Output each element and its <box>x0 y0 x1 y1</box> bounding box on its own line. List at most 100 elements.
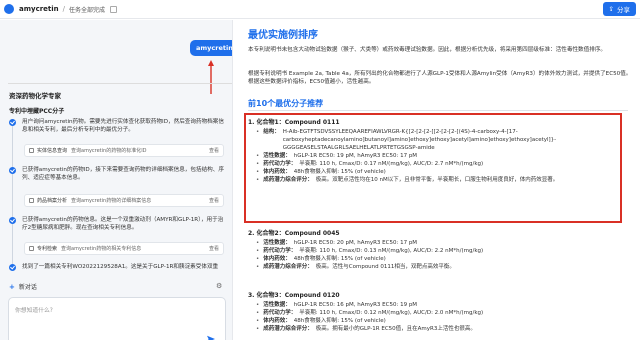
row-value: 极高。活性与Compound 0111相当，双靶点高效平衡。 <box>315 264 455 270</box>
row-value: 极高。双靶点活性均在10 nM以下，且非常平衡，半衰期长，口服生物利用度良好，体… <box>315 177 559 183</box>
tool-call-drug-profile[interactable]: 药品档案分析 查询amycretin药物的详细档案信息 查看 <box>24 194 224 207</box>
row-value: 48h食物摄入抑制: 15% (of vehicle) <box>293 318 386 324</box>
row-value: hGLP-1R EC50: 19 pM, hAmyR3 EC50: 17 pM <box>293 153 418 159</box>
row-value: 48h食物摄入抑制: 15% (of vehicle) <box>293 169 386 175</box>
doc-title: 最优实施例排序 <box>248 30 318 41</box>
row-value: 半衰期: 110 h, Cmax/D: 0.12 nM/(mg/kg), AUC… <box>299 310 484 316</box>
step-item: 已获得amycretin的药物ID，接下来需要查询药物的详细档案信息，包括结构、… <box>9 166 225 182</box>
share-button[interactable]: ⇪ 分享 <box>602 2 636 16</box>
new-chat-button[interactable]: + 新对话 <box>9 282 37 292</box>
bullet-icon: • <box>256 129 260 135</box>
breadcrumb-status: 任务全部完成 <box>69 6 106 14</box>
row-value: hGLP-1R EC50: 16 pM, hAmyR3 EC50: 19 pM <box>293 302 418 308</box>
chat-panel: amycretin 资深药物化学专家 专利中埋藏PCC分子 用户询问amycre… <box>0 20 233 340</box>
row-value: 极高。拥有最小的GLP-1R EC50值，且在AmyR3上活性也很高。 <box>315 326 476 332</box>
compound-card: 2. 化合物2：Compound 0045 • 活性数据： hGLP-1R EC… <box>248 228 633 271</box>
share-label: 分享 <box>617 6 630 14</box>
row-key: 活性数据： <box>263 302 291 308</box>
compound-row: • 成药潜力综合评分： 极高。拥有最小的GLP-1R EC50值，且在AmyR3… <box>256 325 633 333</box>
share-icon: ⇪ <box>608 5 614 13</box>
tool-call-patent-search[interactable]: 专利检索 查询amycretin药物的相关专利信息 查看 <box>24 242 224 255</box>
send-icon[interactable] <box>207 335 215 340</box>
row-value: 半衰期: 110 h, Cmax/D: 0.17 nM/(mg/kg), AUC… <box>299 161 484 167</box>
compound-row: • 成药潜力综合评分： 极高。双靶点活性均在10 nM以下，且非常平衡，半衰期长… <box>256 176 633 184</box>
breadcrumb-title[interactable]: amycretin <box>19 5 59 13</box>
compound-row: • 药代动力学： 半衰期: 110 h, Cmax/D: 0.12 nM/(mg… <box>256 309 633 317</box>
view-link[interactable]: 查看 <box>209 147 219 154</box>
compound-row: • 药代动力学： 半衰期: 110 h, Cmax/D: 0.17 nM/(mg… <box>256 160 633 168</box>
view-link[interactable]: 查看 <box>209 197 219 204</box>
row-key: 药代动力学： <box>263 248 297 254</box>
row-key: 活性数据： <box>263 240 291 246</box>
section-title: 专利中埋藏PCC分子 <box>9 108 65 115</box>
input-placeholder: 你想知道什么? <box>15 308 53 314</box>
bullet-icon: • <box>256 318 260 324</box>
doc-paragraph: 根据专利说明书 Example 2a, Table 4a，所有列出的化合物都进行… <box>248 71 632 85</box>
compound-row: • 体内药效： 48h食物摄入抑制: 15% (of vehicle) <box>256 255 633 263</box>
bullet-icon: • <box>256 302 260 308</box>
user-message-bubble: amycretin <box>190 40 232 56</box>
compound-row: • 体内药效： 48h食物摄入抑制: 15% (of vehicle) <box>256 317 633 325</box>
divider <box>8 83 232 84</box>
step-text: 找到了一篇相关专利WO2022129528A1。这是关于GLP-1R和胰淀素受体… <box>22 264 219 270</box>
row-key: 体内药效： <box>263 318 291 324</box>
tool-desc: 查询amycretin药物的相关专利信息 <box>61 246 142 252</box>
plus-icon: + <box>9 282 15 291</box>
row-value: hGLP-1R EC50: 20 pM, hAmyR3 EC50: 17 pM <box>293 240 418 246</box>
check-icon <box>9 167 16 174</box>
step-text: 用户询问amycretin药物。需要先进行实体查化获取药物ID，然后查询药物档案… <box>22 119 224 133</box>
row-value: 48h食物摄入抑制: 15% (of vehicle) <box>293 256 386 262</box>
tool-name: 专利检索 <box>37 246 58 252</box>
check-icon <box>9 217 16 224</box>
annotation-arrow-icon <box>208 60 214 94</box>
gear-icon[interactable]: ⚙ <box>216 282 222 290</box>
row-key: 成药潜力综合评分： <box>263 326 313 332</box>
row-key: 成药潜力综合评分： <box>263 177 313 183</box>
step-text: 已获得amycretin的药物信息。这是一个双重激动剂（AMYR和GLP-1R）… <box>22 217 224 231</box>
section-heading: 前10个最优分子推荐 <box>248 99 324 108</box>
step-item: 已获得amycretin的药物信息。这是一个双重激动剂（AMYR和GLP-1R）… <box>9 216 225 232</box>
timeline-line <box>12 121 13 271</box>
document-panel: 最优实施例排序 本专利说明书未包含大动物试验数据（猴子、犬类等）或药效毒理试验数… <box>235 20 640 340</box>
compound-row: • 活性数据： hGLP-1R EC50: 16 pM, hAmyR3 EC50… <box>256 301 633 309</box>
row-value: H-Aib-EGTFTSDVSSYLEEQAAREFIAWLVRGR-K{[2-… <box>282 129 557 151</box>
tool-icon <box>29 148 34 153</box>
chat-input[interactable]: 你想知道什么? <box>8 297 226 340</box>
tool-desc: 查询amycretin的药物的标准化ID <box>71 148 147 154</box>
compound-row: • 成药潜力综合评分： 极高。活性与Compound 0111相当，双靶点高效平… <box>256 263 633 271</box>
row-key: 药代动力学： <box>263 310 297 316</box>
bullet-icon: • <box>256 264 260 270</box>
row-value: 半衰期: 110 h, Cmax/D: 0.13 nM/(mg/kg), AUC… <box>299 248 484 254</box>
edit-icon[interactable] <box>110 5 118 13</box>
bullet-icon: • <box>256 310 260 316</box>
tool-icon <box>29 198 34 203</box>
tool-desc: 查询amycretin药物的详细档案信息 <box>71 198 152 204</box>
row-key: 成药潜力综合评分： <box>263 264 313 270</box>
compound-heading: 2. 化合物2：Compound 0045 <box>248 230 340 237</box>
tool-name: 实体信息查询 <box>37 148 68 154</box>
compound-card: 3. 化合物3：Compound 0120 • 活性数据： hGLP-1R EC… <box>248 290 633 333</box>
tool-call-entity-lookup[interactable]: 实体信息查询 查询amycretin的药物的标准化ID 查看 <box>24 144 224 157</box>
step-text: 已获得amycretin的药物ID，接下来需要查询药物的详细档案信息，包括结构、… <box>22 167 224 181</box>
app-logo-icon <box>4 4 14 14</box>
compound-card: 1. 化合物1：Compound 0111 • 结构： H-Aib-EGTFTS… <box>248 117 633 184</box>
bullet-icon: • <box>256 256 260 262</box>
compound-row: • 结构： H-Aib-EGTFTSDVSSYLEEQAAREFIAWLVRGR… <box>256 128 633 152</box>
row-key: 体内药效： <box>263 256 291 262</box>
doc-paragraph: 本专利说明书未包含大动物试验数据（猴子、犬类等）或药效毒理试验数据。因此，根据分… <box>248 47 607 53</box>
bullet-icon: • <box>256 169 260 175</box>
check-icon <box>9 264 16 271</box>
row-key: 药代动力学： <box>263 161 297 167</box>
tool-name: 药品档案分析 <box>37 198 68 204</box>
top-bar: amycretin / 任务全部完成 ⇪ 分享 <box>0 0 640 19</box>
bullet-icon: • <box>256 326 260 332</box>
check-icon <box>9 119 16 126</box>
compound-row: • 活性数据： hGLP-1R EC50: 20 pM, hAmyR3 EC50… <box>256 239 633 247</box>
breadcrumb-separator: / <box>62 5 66 13</box>
row-key: 结构： <box>263 129 280 135</box>
compound-heading: 1. 化合物1：Compound 0111 <box>248 119 340 126</box>
bullet-icon: • <box>256 177 260 183</box>
view-link[interactable]: 查看 <box>209 245 219 252</box>
row-key: 活性数据： <box>263 153 291 159</box>
tool-icon <box>29 246 34 251</box>
